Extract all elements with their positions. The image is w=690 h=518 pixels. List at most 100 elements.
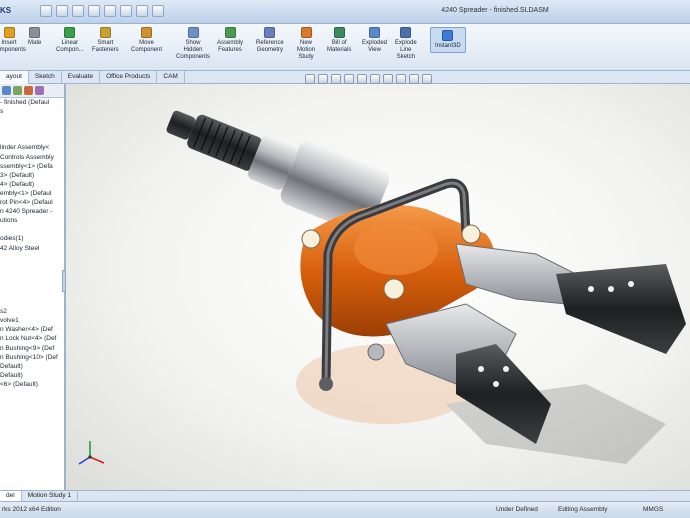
tree-item[interactable]: Default) <box>0 362 64 371</box>
tree-item[interactable]: s2 <box>0 307 64 316</box>
tree-item[interactable]: 42 Alloy Steel <box>0 244 64 253</box>
ribbon-button-bom[interactable]: Bill of Materials <box>327 27 351 54</box>
ribbon-button-label: Exploded View <box>362 40 388 53</box>
tree-item[interactable]: rot Pin<4> (Defaul <box>0 198 64 207</box>
tree-item[interactable]: Default) <box>0 371 64 380</box>
ribbon-button-label: Move Component <box>131 40 163 53</box>
previous-view-icon[interactable] <box>331 74 341 84</box>
smart-fasteners-icon <box>99 27 111 38</box>
dim-expert-icon[interactable] <box>35 86 44 95</box>
ribbon-button-label: Explode Line Sketch <box>395 40 417 60</box>
ribbon-button-reference-geometry[interactable]: Reference Geometry <box>256 27 284 54</box>
title-bar: KS 4240 Spreader - finished.SLDASM <box>0 0 690 24</box>
ribbon-button-label: Mate <box>28 40 42 46</box>
ribbon-button-label: Instant3D <box>435 43 461 49</box>
ribbon-button-label: Assembly Features <box>217 40 244 53</box>
ribbon-button-label: New Motion Study <box>297 40 316 60</box>
status-bar: rks 2012 x64 Edition Under Defined Editi… <box>0 501 690 518</box>
explode-line-icon <box>400 27 412 38</box>
ribbon-button-label: Smart Fasteners <box>92 40 119 53</box>
exploded-view-icon <box>369 27 381 38</box>
coordinate-triad <box>78 441 105 465</box>
show-hidden-icon <box>187 27 199 38</box>
instant3d-icon <box>442 30 454 41</box>
tree-item[interactable] <box>0 134 64 143</box>
tree-item[interactable] <box>0 253 64 262</box>
tree-item[interactable]: volve1 <box>0 316 64 325</box>
tree-item[interactable]: 4> (Default) <box>0 180 64 189</box>
tree-item[interactable]: utions <box>0 216 64 225</box>
tree-item[interactable]: linder Assembly< <box>0 143 64 152</box>
ribbon-button-smart-fasteners[interactable]: Smart Fasteners <box>92 27 119 54</box>
tree-item[interactable] <box>0 262 64 271</box>
section-view-icon[interactable] <box>344 74 354 84</box>
spreader-model-render <box>166 110 686 464</box>
display-style-icon[interactable] <box>370 74 380 84</box>
tree-item[interactable]: n Washer<4> (Def <box>0 325 64 334</box>
tab-4[interactable]: CAM <box>157 71 185 84</box>
tab-0[interactable]: ayout <box>0 71 29 84</box>
feature-manager-icon[interactable] <box>2 86 11 95</box>
edit-appearance-icon[interactable] <box>396 74 406 84</box>
tree-item[interactable]: Controls Assembly <box>0 153 64 162</box>
tree-item[interactable] <box>0 125 64 134</box>
tree-item[interactable]: embly<1> (Defaul <box>0 189 64 198</box>
tree-item[interactable]: odies(1) <box>0 234 64 243</box>
ribbon-button-mate[interactable]: Mate <box>28 27 41 47</box>
tab-2[interactable]: Evaluate <box>62 71 101 84</box>
command-manager-ribbon: Insert ComponentsMate Linear Compon... Sma… <box>0 24 690 71</box>
ribbon-button-label: Linear Compon... <box>56 40 84 53</box>
bom-icon <box>333 27 345 38</box>
tree-item[interactable]: ssembly<1> (Defa <box>0 162 64 171</box>
hide-show-icon[interactable] <box>383 74 393 84</box>
model-motion-tabs: del Motion Study 1 <box>0 490 690 501</box>
configuration-manager-icon[interactable] <box>24 86 33 95</box>
reference-geometry-icon <box>264 27 276 38</box>
insert-components-icon <box>3 27 15 38</box>
tree-item[interactable]: 3> (Default) <box>0 171 64 180</box>
tree-item[interactable] <box>0 225 64 234</box>
tree-item[interactable] <box>0 298 64 307</box>
tree-item[interactable]: n Lock Nut<4> (Def <box>0 334 64 343</box>
tree-item[interactable]: s <box>0 107 64 116</box>
zoom-fit-icon[interactable] <box>305 74 315 84</box>
ribbon-button-label: Reference Geometry <box>256 40 284 53</box>
tree-item[interactable]: <6> (Default) <box>0 380 64 389</box>
bottom-tab-1[interactable]: Motion Study 1 <box>22 491 79 501</box>
zoom-area-icon[interactable] <box>318 74 328 84</box>
tree-item[interactable] <box>0 271 64 280</box>
ribbon-button-instant3d[interactable]: Instant3D <box>430 27 466 53</box>
linear-pattern-icon <box>64 27 76 38</box>
tree-item[interactable]: n 4240 Spreader - <box>0 207 64 216</box>
tab-1[interactable]: Sketch <box>29 71 62 84</box>
tree-item[interactable] <box>0 289 64 298</box>
ribbon-button-explode-line[interactable]: Explode Line Sketch <box>395 27 417 61</box>
ribbon-button-motion-study[interactable]: New Motion Study <box>297 27 315 61</box>
view-orientation-icon[interactable] <box>357 74 367 84</box>
ribbon-button-move-component[interactable]: Move Component <box>131 27 162 54</box>
tree-item[interactable]: n Bushing<9> (Def <box>0 344 64 353</box>
tree-item[interactable] <box>0 116 64 125</box>
view-settings-icon[interactable] <box>422 74 432 84</box>
tree-item[interactable]: n Bushing<10> (Def <box>0 353 64 362</box>
status-units[interactable]: MMGS <box>643 506 663 513</box>
motion-study-icon <box>300 27 312 38</box>
tree-header <box>0 84 64 98</box>
ribbon-button-linear-pattern[interactable]: Linear Compon... <box>56 27 84 54</box>
ribbon-button-insert-components[interactable]: Insert Components <box>0 27 26 54</box>
bottom-tab-0[interactable]: del <box>0 491 22 501</box>
property-manager-icon[interactable] <box>13 86 22 95</box>
tree-item[interactable] <box>0 280 64 289</box>
tree-item[interactable]: - finished (Defaul <box>0 98 64 107</box>
ribbon-button-show-hidden[interactable]: Show Hidden Components <box>176 27 210 61</box>
tab-3[interactable]: Office Products <box>100 71 158 84</box>
feature-manager-tree: - finished (Defaul s linder Assembly< Cont… <box>0 84 66 490</box>
ribbon-button-label: Show Hidden Components <box>176 40 211 60</box>
move-component-icon <box>141 27 153 38</box>
ribbon-button-exploded-view[interactable]: Exploded View <box>362 27 387 54</box>
ribbon-button-assembly-features[interactable]: Assembly Features <box>217 27 243 54</box>
status-edition: rks 2012 x64 Edition <box>2 506 61 513</box>
scene-icon[interactable] <box>409 74 419 84</box>
heads-up-view-toolbar <box>305 74 432 84</box>
graphics-viewport[interactable] <box>66 84 690 490</box>
